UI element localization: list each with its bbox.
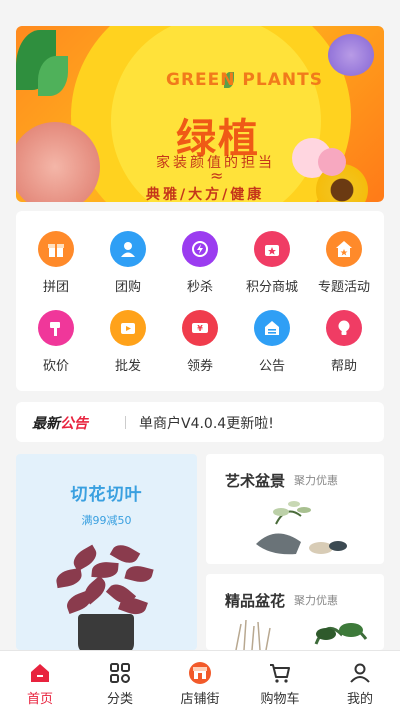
grid-item-kanjia[interactable]: 砍价 [21,310,91,374]
promo-subtitle: 聚力优惠 [294,594,338,607]
grid-item-lingquan[interactable]: ¥ 领券 [165,310,235,374]
notice-bar[interactable]: 最新公告 单商户V4.0.4更新啦! [16,402,384,442]
svg-text:¥: ¥ [197,324,203,333]
promo-title: 精品盆花 [225,592,286,610]
group-icon [110,231,146,267]
potted-flower-image [235,619,368,650]
banner-title-en: GREEN PLANTS [166,70,323,90]
flash-clock-icon [182,231,218,267]
grid-label: 领券 [186,359,213,374]
grid-label: 团购 [114,280,141,295]
notice-tag-announce: 公告 [60,416,88,432]
grid-label: 公告 [258,359,285,374]
grid-icon [110,663,130,683]
grid-label: 积分商城 [245,280,298,295]
promo-title: 艺术盆景 [225,472,286,490]
grid-item-pintuan[interactable]: 拼团 [21,231,91,295]
notice-tag: 最新公告 [32,413,88,433]
points-shop-icon [254,231,290,267]
promo-cut-flowers[interactable]: 切花切叶 满99减50 [16,454,197,650]
tab-label: 店铺街 [180,692,220,707]
home-banner[interactable]: GREEN PLANTS 绿植 家装颜值的担当 ≈ 典雅/大方/健康 [16,26,384,202]
tab-cart[interactable]: 购物车 [240,651,320,712]
tab-mine[interactable]: 我的 [320,651,400,712]
grid-label: 砍价 [42,359,69,374]
grid-item-miaosha[interactable]: 秒杀 [165,231,235,295]
notice-icon [254,310,290,346]
promo-subtitle: 满99减50 [81,514,132,527]
tab-label: 购物车 [260,692,300,707]
tab-label: 分类 [106,692,133,707]
banner-wave: ≈ [210,166,224,185]
grid-item-pifa[interactable]: 批发 [93,310,163,374]
promo-art-bonsai[interactable]: 艺术盆景 聚力优惠 [206,454,384,564]
tab-category[interactable]: 分类 [80,651,160,712]
purple-flower-decoration [328,34,374,76]
promo-subtitle: 聚力优惠 [294,474,338,487]
banner-tagline: 典雅/大方/健康 [146,187,265,202]
cart-icon [270,664,290,683]
notice-text[interactable]: 单商户V4.0.4更新啦! [139,413,274,433]
bulb-icon [326,310,362,346]
tab-label: 首页 [26,692,53,707]
notice-tag-latest: 最新 [32,416,60,432]
tab-home[interactable]: 首页 [0,651,80,712]
feature-grid: 拼团 团购 秒杀 积分商城 专题活动 砍价 批发 ¥ 领券 公告 帮助 [16,211,384,391]
user-icon [350,663,370,683]
star-house-icon [326,231,362,267]
tab-label: 我的 [346,692,373,707]
pink-rose-decoration [318,148,346,176]
leaf-decoration [38,56,68,96]
grid-item-jifen[interactable]: 积分商城 [237,231,307,295]
grid-label: 拼团 [42,280,69,295]
grid-item-bangzhu[interactable]: 帮助 [309,310,379,374]
store-icon [189,662,211,684]
grid-label: 批发 [114,359,141,374]
home-icon [31,664,49,682]
grid-label: 帮助 [330,359,357,374]
bonsai-image [256,501,347,555]
gift-icon [38,231,74,267]
promo-title: 切花切叶 [70,485,143,505]
grid-item-gonggao[interactable]: 公告 [237,310,307,374]
notice-divider [125,416,126,429]
bottom-tab-bar: 首页 分类 店铺街 购物车 我的 [0,650,400,712]
grid-label: 秒杀 [186,280,213,295]
coupon-icon: ¥ [182,310,218,346]
grid-item-tuangou[interactable]: 团购 [93,231,163,295]
tab-store-street[interactable]: 店铺街 [160,651,240,712]
wholesale-icon [110,310,146,346]
promo-potted-flowers[interactable]: 精品盆花 聚力优惠 [206,574,384,650]
grid-label: 专题活动 [317,280,370,295]
grid-item-zhuanti[interactable]: 专题活动 [309,231,379,295]
hammer-icon [38,310,74,346]
